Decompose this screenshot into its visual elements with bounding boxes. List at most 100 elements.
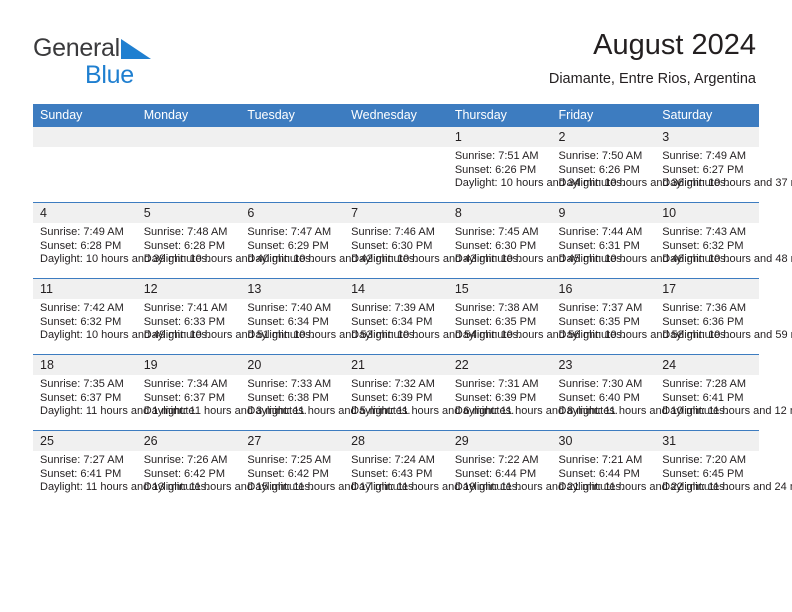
day-details: Sunrise: 7:43 AM Sunset: 6:32 PM Daylight:… [655,223,792,267]
calendar-day-cell[interactable]: 2 Sunrise: 7:50 AM Sunset: 6:26 PM Daylight… [551,127,729,203]
sunset-text: Sunset: 6:28 PM [143,239,226,252]
day-number [240,127,345,147]
calendar-day-cell[interactable]: 19 Sunrise: 7:34 AM Sunset: 6:37 PM Dayligh… [136,354,307,431]
day-details: Sunrise: 7:39 AM Sunset: 6:34 PM Daylight:… [344,299,522,343]
brand-logo[interactable]: General Blue [33,36,263,92]
daylight-text: Daylight: 11 hours and 24 minutes. [662,481,792,494]
calendar-day-cell[interactable]: 12 Sunrise: 7:41 AM Sunset: 6:33 PM Dayligh… [136,278,314,355]
day-number: 5 [136,203,241,223]
sunrise-text: Sunrise: 7:28 AM [662,378,746,390]
day-details: Sunrise: 7:35 AM Sunset: 6:37 PM Daylight:… [33,375,198,419]
daylight-text: Daylight: 10 hours and 51 minutes. [143,329,314,342]
day-number: 20 [240,355,345,375]
calendar-week-row: 25 Sunrise: 7:27 AM Sunset: 6:41 PM Dayligh… [33,430,792,506]
calendar-day-cell[interactable]: 10 Sunrise: 7:43 AM Sunset: 6:32 PM Dayligh… [655,202,792,279]
calendar-day-cell[interactable]: 18 Sunrise: 7:35 AM Sunset: 6:37 PM Dayligh… [33,354,198,431]
calendar-day-cell[interactable]: 23 Sunrise: 7:30 AM Sunset: 6:40 PM Dayligh… [551,354,728,431]
sunrise-text: Sunrise: 7:46 AM [351,226,435,238]
day-details: Sunrise: 7:22 AM Sunset: 6:44 PM Daylight:… [448,451,624,495]
calendar-day-cell-empty [344,127,448,203]
sunrise-text: Sunrise: 7:21 AM [558,454,643,466]
day-details: Sunrise: 7:31 AM Sunset: 6:39 PM Daylight:… [448,375,618,419]
calendar-day-cell[interactable]: 1 Sunrise: 7:51 AM Sunset: 6:26 PM Daylight… [447,127,625,203]
calendar-day-cell[interactable]: 31 Sunrise: 7:20 AM Sunset: 6:45 PM Dayligh… [655,430,792,506]
calendar-day-cell[interactable]: 27 Sunrise: 7:25 AM Sunset: 6:42 PM Dayligh… [240,430,417,506]
calendar-week-row: 11 Sunrise: 7:42 AM Sunset: 6:32 PM Dayligh… [33,278,792,355]
sunset-text: Sunset: 6:30 PM [454,239,537,252]
calendar-day-cell[interactable]: 11 Sunrise: 7:42 AM Sunset: 6:32 PM Dayligh… [33,278,210,355]
calendar-day-cell[interactable]: 9 Sunrise: 7:44 AM Sunset: 6:31 PM Daylight… [551,202,729,279]
calendar-day-cell[interactable]: 3 Sunrise: 7:49 AM Sunset: 6:27 PM Daylight… [655,127,792,203]
daylight-text: Daylight: 10 hours and 45 minutes. [454,253,625,266]
calendar-day-cell[interactable]: 29 Sunrise: 7:22 AM Sunset: 6:44 PM Dayligh… [447,430,624,506]
calendar-day-cell[interactable]: 24 Sunrise: 7:28 AM Sunset: 6:41 PM Dayligh… [655,354,792,431]
sunset-text: Sunset: 6:35 PM [454,315,537,328]
calendar-day-cell[interactable]: 8 Sunrise: 7:45 AM Sunset: 6:30 PM Daylight… [447,202,625,279]
calendar-day-cell[interactable]: 13 Sunrise: 7:40 AM Sunset: 6:34 PM Dayligh… [240,278,417,355]
daylight-text: Daylight: 10 hours and 54 minutes. [351,329,522,342]
day-number: 30 [551,431,656,451]
sunset-text: Sunset: 6:26 PM [454,163,537,176]
calendar-day-cell[interactable]: 14 Sunrise: 7:39 AM Sunset: 6:34 PM Dayligh… [344,278,522,355]
daylight-text: Daylight: 10 hours and 42 minutes. [247,253,418,266]
calendar-week-row: 4 Sunrise: 7:49 AM Sunset: 6:28 PM Daylight… [33,202,792,279]
calendar-day-cell[interactable]: 17 Sunrise: 7:36 AM Sunset: 6:36 PM Dayligh… [655,278,792,355]
sunset-text: Sunset: 6:40 PM [558,391,640,404]
calendar-day-cell[interactable]: 30 Sunrise: 7:21 AM Sunset: 6:44 PM Dayligh… [551,430,728,506]
day-details: Sunrise: 7:50 AM Sunset: 6:26 PM Daylight:… [552,147,729,191]
day-details: Sunrise: 7:45 AM Sunset: 6:30 PM Daylight:… [448,223,625,267]
sunrise-text: Sunrise: 7:36 AM [662,302,746,314]
day-details: Sunrise: 7:24 AM Sunset: 6:43 PM Daylight:… [344,451,520,495]
weekday-header-sunday: Sunday [33,104,137,127]
calendar-day-cell[interactable]: 4 Sunrise: 7:49 AM Sunset: 6:28 PM Daylight… [33,202,210,279]
daylight-text: Daylight: 10 hours and 37 minutes. [662,177,792,190]
daylight-text: Daylight: 11 hours and 6 minutes. [351,405,515,418]
calendar-day-cell[interactable]: 16 Sunrise: 7:37 AM Sunset: 6:35 PM Dayligh… [551,278,729,355]
calendar-day-cell[interactable]: 22 Sunrise: 7:31 AM Sunset: 6:39 PM Dayligh… [447,354,618,431]
calendar-day-cell[interactable]: 26 Sunrise: 7:26 AM Sunset: 6:42 PM Dayligh… [136,430,313,506]
sunset-text: Sunset: 6:30 PM [351,239,433,252]
calendar-day-cell[interactable]: 21 Sunrise: 7:32 AM Sunset: 6:39 PM Dayligh… [344,354,515,431]
sunset-text: Sunset: 6:32 PM [40,315,122,328]
sunrise-text: Sunrise: 7:50 AM [558,150,643,162]
day-details: Sunrise: 7:21 AM Sunset: 6:44 PM Daylight:… [552,451,728,495]
calendar-day-cell[interactable]: 25 Sunrise: 7:27 AM Sunset: 6:41 PM Dayligh… [33,430,209,506]
weekday-header-saturday: Saturday [655,104,759,127]
calendar-day-cell[interactable]: 5 Sunrise: 7:48 AM Sunset: 6:28 PM Daylight… [136,202,314,279]
calendar-day-cell[interactable]: 28 Sunrise: 7:24 AM Sunset: 6:43 PM Dayligh… [344,430,520,506]
day-details: Sunrise: 7:38 AM Sunset: 6:35 PM Daylight:… [448,299,625,343]
sunrise-text: Sunrise: 7:43 AM [662,226,746,238]
sunrise-text: Sunrise: 7:32 AM [351,378,435,390]
daylight-text: Daylight: 11 hours and 5 minutes. [247,405,411,418]
day-details: Sunrise: 7:49 AM Sunset: 6:27 PM Daylight:… [655,147,792,191]
sunrise-text: Sunrise: 7:49 AM [40,226,124,238]
day-number [344,127,448,147]
day-details: Sunrise: 7:48 AM Sunset: 6:28 PM Daylight:… [137,223,314,267]
sunset-text: Sunset: 6:34 PM [351,315,433,328]
sunset-text: Sunset: 6:42 PM [143,467,226,480]
daylight-text: Daylight: 11 hours and 3 minutes. [143,405,307,418]
page-title: August 2024 [593,29,756,61]
day-number: 8 [447,203,552,223]
day-details: Sunrise: 7:34 AM Sunset: 6:37 PM Daylight:… [137,375,307,419]
day-details: Sunrise: 7:49 AM Sunset: 6:28 PM Daylight:… [33,223,210,267]
day-details: Sunrise: 7:27 AM Sunset: 6:41 PM Daylight:… [33,451,209,495]
day-number: 22 [447,355,552,375]
calendar-day-cell[interactable]: 6 Sunrise: 7:47 AM Sunset: 6:29 PM Daylight… [240,202,418,279]
calendar-day-cell[interactable]: 7 Sunrise: 7:46 AM Sunset: 6:30 PM Daylight… [344,202,521,279]
sunrise-text: Sunrise: 7:47 AM [247,226,332,238]
sunrise-text: Sunrise: 7:25 AM [247,454,332,466]
day-number: 18 [33,355,137,375]
sunrise-text: Sunrise: 7:44 AM [558,226,643,238]
calendar-day-cell[interactable]: 15 Sunrise: 7:38 AM Sunset: 6:35 PM Dayligh… [447,278,625,355]
day-number [33,127,137,147]
weekday-header-thursday: Thursday [447,104,552,127]
sunrise-text: Sunrise: 7:31 AM [454,378,539,390]
day-number: 26 [136,431,241,451]
weekday-header-row: Sunday Monday Tuesday Wednesday Thursday… [33,104,759,127]
day-details: Sunrise: 7:40 AM Sunset: 6:34 PM Daylight:… [240,299,417,343]
day-number: 13 [240,279,345,299]
day-details: Sunrise: 7:47 AM Sunset: 6:29 PM Daylight:… [240,223,418,267]
calendar-day-cell[interactable]: 20 Sunrise: 7:33 AM Sunset: 6:38 PM Dayligh… [240,354,411,431]
calendar-day-cell-empty [136,127,241,203]
